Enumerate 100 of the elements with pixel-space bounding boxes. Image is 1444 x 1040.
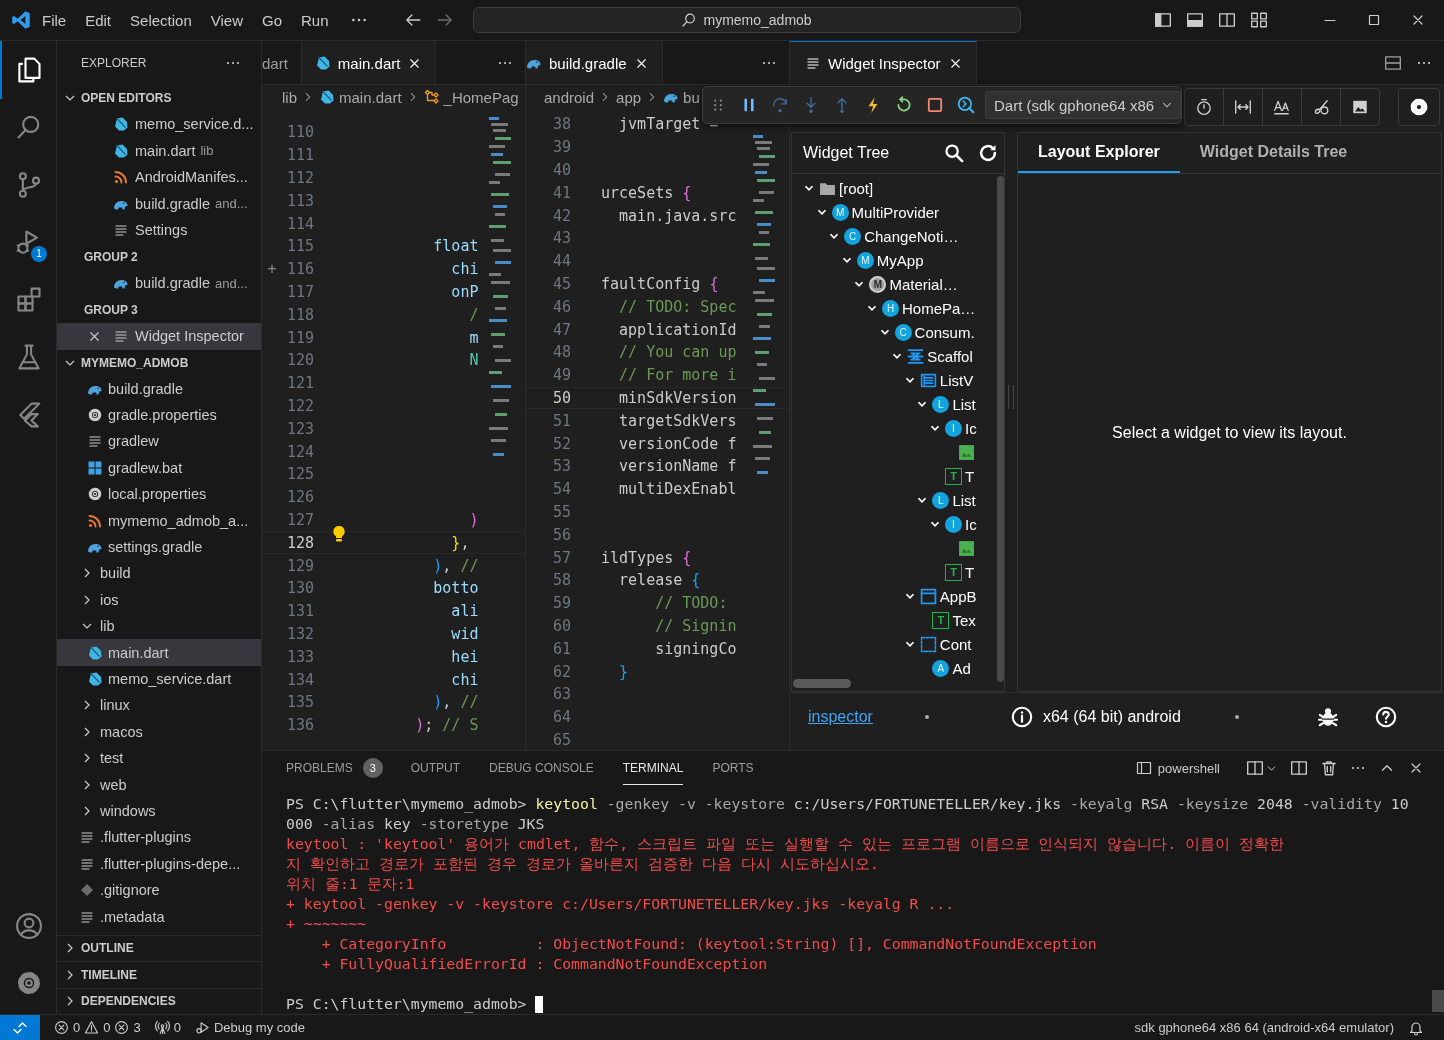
scrollbar[interactable]	[1432, 990, 1444, 1012]
inspector-icon[interactable]	[957, 96, 975, 114]
explorer-file[interactable]: mymemo_admob_a...	[57, 507, 261, 534]
breadcrumb[interactable]: lib	[282, 88, 297, 106]
remote-button[interactable]	[0, 1015, 40, 1040]
widget-node[interactable]: Ad	[952, 659, 971, 677]
menu-item[interactable]: View	[210, 11, 243, 29]
open-editor-item[interactable]: main.dart lib	[57, 137, 261, 164]
explorer-folder[interactable]: lib	[57, 613, 261, 640]
account-icon[interactable]	[15, 911, 43, 940]
panel-tab[interactable]: TERMINAL	[622, 751, 684, 785]
widget-node[interactable]: ListV	[939, 371, 974, 389]
command-center-search[interactable]: mymemo_admob	[472, 7, 1021, 33]
settings-icon[interactable]	[1409, 97, 1429, 117]
open-editor-item[interactable]: build.gradle and...	[57, 270, 261, 297]
lightbulb-icon[interactable]	[332, 524, 346, 543]
explorer-file[interactable]: build.gradle	[57, 375, 261, 402]
device-status[interactable]: sdk gphone64 x86 64 (android-x64 emulator)	[1134, 1020, 1394, 1035]
widget-node[interactable]: Material…	[889, 275, 958, 293]
trash-icon[interactable]	[1320, 759, 1338, 777]
widget-node[interactable]: HomePa…	[902, 299, 976, 317]
scrollbar[interactable]	[793, 679, 851, 688]
widget-node[interactable]: AppB	[939, 587, 977, 605]
section-header[interactable]: MYMEMO_ADMOB	[57, 349, 261, 376]
back-arrow-icon[interactable]	[403, 11, 422, 29]
breadcrumb[interactable]: bu	[683, 88, 700, 106]
menu-item[interactable]: Go	[262, 11, 282, 29]
customize-layout-icon[interactable]	[1250, 11, 1268, 29]
section-header[interactable]: TIMELINE	[57, 961, 261, 988]
widget-node[interactable]: T	[965, 467, 975, 485]
section-header[interactable]: OUTLINE	[57, 934, 261, 961]
toggle-sidebar-icon[interactable]	[1154, 11, 1172, 29]
widget-node[interactable]: ChangeNoti…	[864, 227, 959, 245]
panel-tab[interactable]: OUTPUT	[410, 751, 461, 785]
explorer-file[interactable]: gradlew	[57, 428, 261, 455]
maximize-icon[interactable]	[1366, 12, 1382, 28]
split-terminal-icon[interactable]	[1246, 759, 1264, 777]
explorer-folder[interactable]: ios	[57, 586, 261, 613]
split-editor-icon[interactable]	[1384, 53, 1402, 72]
toggle-panel-icon[interactable]	[1186, 11, 1204, 29]
restart-icon[interactable]	[895, 96, 913, 114]
widget-node[interactable]: Consum.	[914, 323, 975, 341]
explorer-folder[interactable]: windows	[57, 797, 261, 825]
menu-item[interactable]: File	[42, 11, 67, 29]
widget-node[interactable]: Cont	[939, 635, 972, 653]
widget-node[interactable]: MultiProvider	[851, 203, 940, 221]
explorer-file[interactable]: gradlew.bat	[57, 454, 261, 482]
explorer-file[interactable]: .metadata	[57, 903, 261, 930]
terminal-selector[interactable]: powershell	[1123, 760, 1220, 776]
breadcrumb[interactable]: android	[544, 88, 595, 106]
menu-item[interactable]: Edit	[85, 11, 112, 29]
widget-node[interactable]: MyApp	[876, 251, 924, 269]
breadcrumb[interactable]: _HomePag	[443, 88, 519, 106]
editor-tab[interactable]: main.dart	[301, 41, 437, 84]
explorer-file[interactable]: memo_service.dart	[57, 665, 261, 693]
menu-item[interactable]: Selection	[130, 11, 192, 29]
menu-item[interactable]: Run	[301, 11, 329, 29]
panel-tab[interactable]: DEBUG CONSOLE	[489, 751, 594, 785]
explorer-folder[interactable]: build	[57, 560, 261, 587]
widget-node[interactable]: T	[965, 563, 975, 581]
open-editor-item[interactable]: memo_service.d...	[57, 111, 261, 138]
panel-tab[interactable]: PORTS	[712, 751, 754, 785]
open-editor-item[interactable]: Widget Inspector	[57, 323, 261, 350]
open-editor-item[interactable]: AndroidManifes...	[57, 164, 261, 191]
breadcrumb[interactable]: main.dart	[339, 88, 402, 106]
explorer-folder[interactable]: test	[57, 744, 261, 772]
inspector-link[interactable]: inspector	[808, 707, 873, 726]
tab[interactable]: Widget Details Tree	[1179, 133, 1368, 173]
explorer-file[interactable]: .flutter-plugins	[57, 824, 261, 851]
editor-tab[interactable]: dart	[262, 41, 302, 84]
widget-node[interactable]: Ic	[965, 515, 977, 533]
scrollbar[interactable]	[997, 176, 1004, 682]
forward-arrow-icon[interactable]	[435, 11, 454, 29]
tab[interactable]: Layout Explorer	[1018, 133, 1180, 173]
section-header[interactable]: OPEN EDITORS	[57, 85, 261, 111]
widget-node[interactable]: List	[952, 491, 976, 509]
explorer-file[interactable]: .flutter-plugins-depe...	[57, 850, 261, 877]
layout-icon[interactable]	[1290, 759, 1308, 777]
debug-status[interactable]: Debug my code	[194, 1020, 305, 1035]
stop-icon[interactable]	[926, 96, 944, 114]
files-icon[interactable]	[15, 55, 43, 84]
widget-node[interactable]: [root]	[839, 179, 874, 197]
explorer-folder[interactable]: macos	[57, 718, 261, 745]
fold-marker[interactable]: +	[267, 260, 277, 279]
extensions-icon[interactable]	[15, 285, 43, 314]
panel-tab[interactable]: PROBLEMS	[286, 751, 353, 785]
widget-node[interactable]: List	[952, 395, 976, 413]
bug-icon[interactable]	[1316, 705, 1339, 728]
open-editor-item[interactable]: build.gradle and...	[57, 190, 261, 217]
debug-target-dropdown[interactable]: Dart (sdk gphone64 x86	[985, 91, 1182, 119]
bell-icon[interactable]	[1408, 1019, 1424, 1036]
step-over-icon[interactable]	[771, 96, 789, 114]
explorer-file[interactable]: gradle.properties	[57, 401, 261, 429]
problems-status[interactable]: 0 0 3	[54, 1020, 141, 1035]
explorer-file[interactable]: main.dart	[57, 639, 261, 666]
search-icon[interactable]	[944, 143, 964, 163]
open-editor-item[interactable]: Settings	[57, 217, 261, 244]
explorer-folder[interactable]: web	[57, 771, 261, 798]
widget-node[interactable]: Scaffol	[927, 347, 973, 365]
widget-node[interactable]: Tex	[952, 611, 976, 629]
